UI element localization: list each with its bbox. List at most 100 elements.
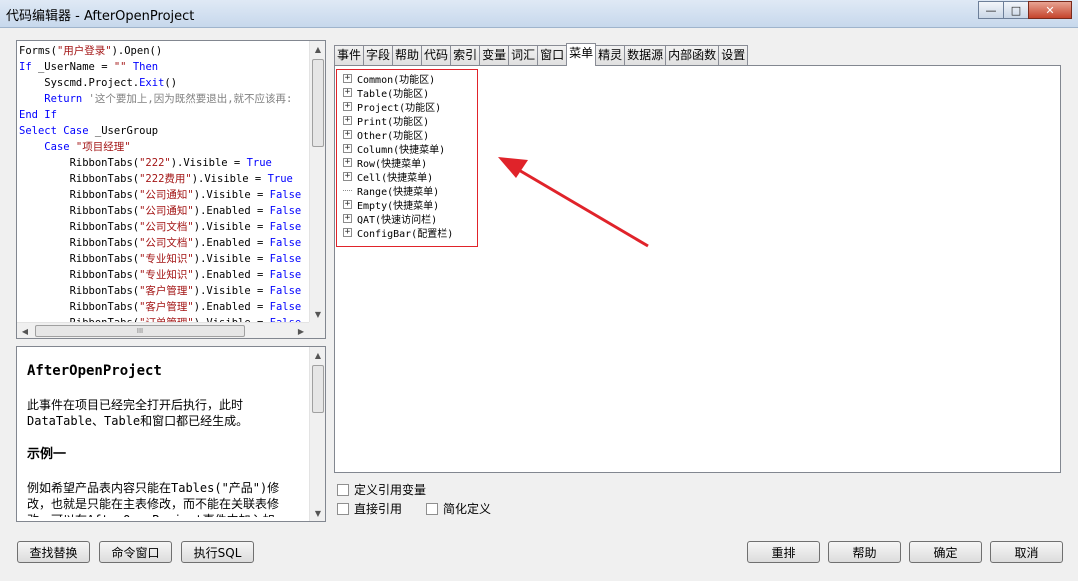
code-line[interactable]: RibbonTabs("客户管理").Enabled = False <box>19 299 309 315</box>
tree-item[interactable]: + Cell(快捷菜单) <box>343 169 434 184</box>
tab-5[interactable]: 变量 <box>479 45 510 65</box>
code-line[interactable]: Forms("用户登录").Open() <box>19 43 309 59</box>
tab-8[interactable]: 菜单 <box>566 43 597 66</box>
tree-item[interactable]: + Print(功能区) <box>343 113 429 128</box>
code-line[interactable]: RibbonTabs("专业知识").Enabled = False <box>19 267 309 283</box>
tab-7[interactable]: 窗口 <box>537 45 568 65</box>
tree-item[interactable]: Range(快捷菜单) <box>343 183 439 198</box>
tab-3[interactable]: 代码 <box>421 45 452 65</box>
tab-6[interactable]: 词汇 <box>508 45 539 65</box>
tree-item-label: Empty(快捷菜单) <box>357 200 440 212</box>
code-line[interactable]: Select Case _UserGroup <box>19 123 309 139</box>
code-token: Syscmd.Project. <box>19 77 140 89</box>
code-line[interactable]: RibbonTabs("专业知识").Visible = False <box>19 251 309 267</box>
simplified-def-checkbox[interactable]: 简化定义 <box>426 500 491 517</box>
tab-12[interactable]: 设置 <box>718 45 749 65</box>
checkbox-box[interactable] <box>426 502 438 515</box>
tree-item[interactable]: + QAT(快速访问栏) <box>343 211 437 226</box>
tree-item[interactable]: + Empty(快捷菜单) <box>343 197 440 212</box>
code-vertical-scrollbar[interactable]: ▲ ▼ <box>309 41 325 322</box>
code-token: "公司文档" <box>139 221 194 233</box>
code-line[interactable]: RibbonTabs("公司文档").Visible = False <box>19 219 309 235</box>
ok-button[interactable]: 确定 <box>909 541 982 563</box>
command-window-button[interactable]: 命令窗口 <box>99 541 172 563</box>
scroll-thumb[interactable] <box>312 59 324 147</box>
expand-icon[interactable]: + <box>343 213 352 223</box>
tree-item[interactable]: + Project(功能区) <box>343 99 441 114</box>
scroll-up-icon[interactable]: ▲ <box>310 347 326 363</box>
cancel-button[interactable]: 取消 <box>990 541 1063 563</box>
scroll-up-icon[interactable]: ▲ <box>310 41 326 57</box>
maximize-button[interactable]: □ <box>1003 1 1029 19</box>
expand-icon[interactable]: + <box>343 87 352 97</box>
code-line[interactable]: End If <box>19 107 309 123</box>
code-token: "专业知识" <box>139 269 194 281</box>
tab-10[interactable]: 数据源 <box>624 45 667 65</box>
menu-tree-panel[interactable]: + Common(功能区) + Table(功能区) + Project(功能区) + Pri… <box>334 65 1061 473</box>
define-ref-var-checkbox[interactable]: 定义引用变量 <box>337 481 426 498</box>
find-replace-button[interactable]: 查找替换 <box>17 541 90 563</box>
help-vertical-scrollbar[interactable]: ▲ ▼ <box>309 347 325 521</box>
minimize-button[interactable]: — <box>978 1 1004 19</box>
checkbox-box[interactable] <box>337 483 349 496</box>
tree-item[interactable]: + Common(功能区) <box>343 71 435 86</box>
expand-icon[interactable]: + <box>343 157 352 167</box>
code-editor[interactable]: Forms("用户登录").Open() If _UserName = "" Th… <box>16 40 326 339</box>
code-token: RibbonTabs( <box>19 221 140 233</box>
close-button[interactable]: ✕ <box>1028 1 1072 19</box>
expand-icon[interactable]: + <box>343 115 352 125</box>
scroll-left-icon[interactable]: ◀ <box>17 323 33 339</box>
code-line[interactable]: Case "项目经理" <box>19 139 309 155</box>
code-line[interactable]: If _UserName = "" Then <box>19 59 309 75</box>
tab-0[interactable]: 事件 <box>334 45 365 65</box>
expand-icon[interactable]: + <box>343 227 352 237</box>
tree-line-icon <box>343 189 352 191</box>
scroll-thumb[interactable] <box>312 365 324 413</box>
scroll-down-icon[interactable]: ▼ <box>310 306 326 322</box>
expand-icon[interactable]: + <box>343 129 352 139</box>
tab-11[interactable]: 内部函数 <box>665 45 720 65</box>
code-line[interactable]: RibbonTabs("客户管理").Visible = False <box>19 283 309 299</box>
code-line[interactable]: RibbonTabs("公司通知").Enabled = False <box>19 203 309 219</box>
code-token: ).Visible = <box>193 253 270 265</box>
scroll-right-icon[interactable]: ▶ <box>293 323 309 339</box>
tree-item[interactable]: + Row(快捷菜单) <box>343 155 427 170</box>
expand-icon[interactable]: + <box>343 73 352 83</box>
expand-icon[interactable]: + <box>343 101 352 111</box>
code-token: "公司通知" <box>139 189 194 201</box>
code-horizontal-scrollbar[interactable]: ◀ III ▶ <box>17 322 309 338</box>
code-token: ).Visible = <box>191 173 268 185</box>
tree-item[interactable]: + Column(快捷菜单) <box>343 141 445 156</box>
example-title: 示例一 <box>27 447 67 462</box>
tab-2[interactable]: 帮助 <box>392 45 423 65</box>
code-line[interactable]: RibbonTabs("订单管理").Visible = False <box>19 315 309 322</box>
code-token: False <box>269 189 302 201</box>
expand-icon[interactable]: + <box>343 199 352 209</box>
checkbox-box[interactable] <box>337 502 349 515</box>
tab-9[interactable]: 精灵 <box>595 45 626 65</box>
help-button[interactable]: 帮助 <box>828 541 901 563</box>
tree-item[interactable]: + ConfigBar(配置栏) <box>343 225 453 240</box>
code-line[interactable]: RibbonTabs("公司通知").Visible = False <box>19 187 309 203</box>
scroll-down-icon[interactable]: ▼ <box>310 505 326 521</box>
exec-sql-button[interactable]: 执行SQL <box>181 541 254 563</box>
tab-1[interactable]: 字段 <box>363 45 394 65</box>
code-line[interactable]: Return '这个要加上,因为既然要退出,就不应该再: <box>19 91 309 107</box>
tab-4[interactable]: 索引 <box>450 45 481 65</box>
tree-item[interactable]: + Table(功能区) <box>343 85 429 100</box>
code-token: '这个要加上,因为既然要退出,就不应该再: <box>82 93 293 105</box>
code-line[interactable]: RibbonTabs("公司文档").Enabled = False <box>19 235 309 251</box>
scroll-thumb-horizontal[interactable]: III <box>35 325 245 337</box>
code-line[interactable]: RibbonTabs("222费用").Visible = True <box>19 171 309 187</box>
rearrange-button[interactable]: 重排 <box>747 541 820 563</box>
expand-icon[interactable]: + <box>343 171 352 181</box>
code-line[interactable]: Syscmd.Project.Exit() <box>19 75 309 91</box>
checkbox-label: 简化定义 <box>443 502 492 516</box>
code-line[interactable]: RibbonTabs("222").Visible = True <box>19 155 309 171</box>
direct-ref-checkbox[interactable]: 直接引用 <box>337 500 402 517</box>
code-text-area[interactable]: Forms("用户登录").Open() If _UserName = "" Th… <box>19 43 309 322</box>
expand-icon[interactable]: + <box>343 143 352 153</box>
tree-item[interactable]: + Other(功能区) <box>343 127 429 142</box>
title-bar: 代码编辑器 - AfterOpenProject — □ ✕ <box>0 0 1078 28</box>
tree-item-label: Cell(快捷菜单) <box>357 172 434 184</box>
